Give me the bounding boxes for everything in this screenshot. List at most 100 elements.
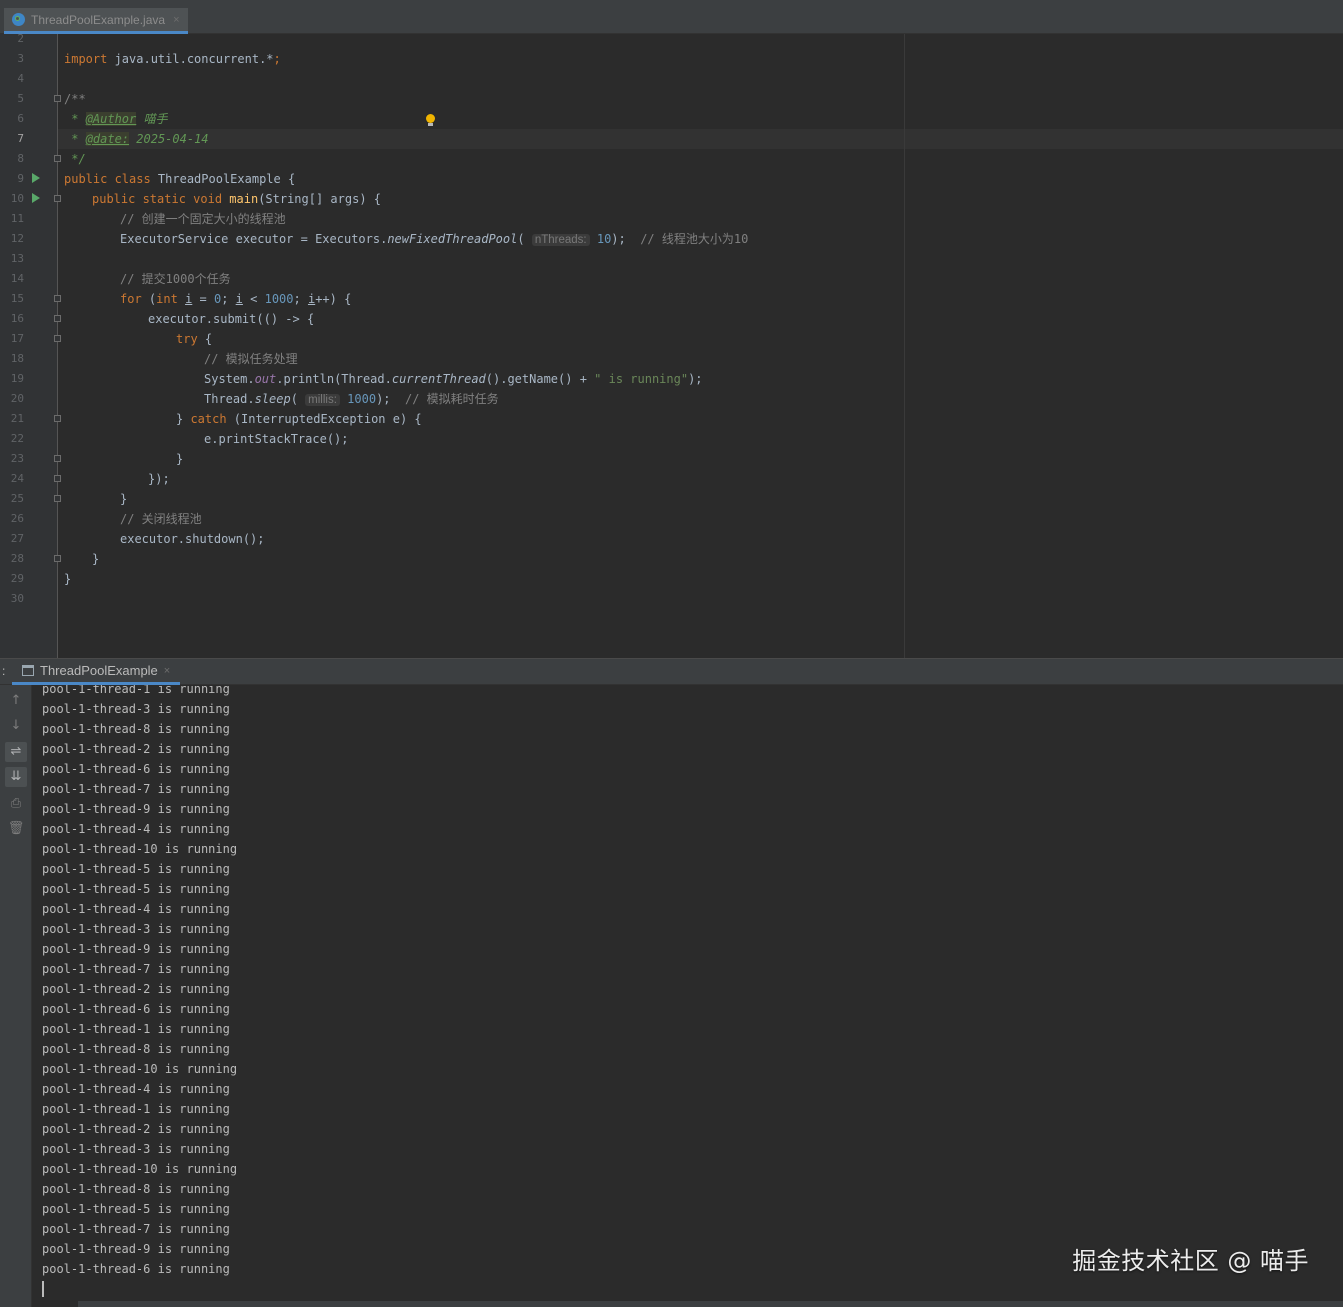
line-number: 18 <box>10 352 24 365</box>
code-line-14: // 提交1000个任务 <box>120 272 231 286</box>
code-line-3: import java.util.concurrent.*; <box>64 52 281 66</box>
parameter-hint: millis: <box>305 394 340 406</box>
console-line: pool-1-thread-4 is running <box>42 1082 230 1096</box>
code-line-20: Thread.sleep( millis: 1000); // 模拟耗时任务 <box>204 392 499 406</box>
lightbulb-icon[interactable] <box>426 114 435 126</box>
code-line-29: } <box>64 572 72 586</box>
line-number: 26 <box>10 512 24 525</box>
fold-icon[interactable] <box>54 415 61 422</box>
down-arrow-icon[interactable]: ↓ <box>5 716 27 736</box>
run-toolbar: ↑ ↓ ⇌ ⇊ ⎙ 🗑 <box>0 685 32 1307</box>
line-number: 30 <box>10 592 24 605</box>
line-number: 24 <box>10 472 24 485</box>
console-output[interactable]: pool-1-thread-1 is running pool-1-thread-… <box>32 685 1343 1307</box>
line-number: 22 <box>10 432 24 445</box>
console-line: pool-1-thread-3 is running <box>42 1142 230 1156</box>
close-icon[interactable]: × <box>164 665 170 677</box>
line-number: 3 <box>17 52 24 65</box>
fold-icon[interactable] <box>54 155 61 162</box>
run-main-icon[interactable] <box>32 193 40 203</box>
code-line-5: /** <box>64 92 86 106</box>
fold-icon[interactable] <box>54 195 61 202</box>
up-arrow-icon[interactable]: ↑ <box>5 691 27 711</box>
console-line: pool-1-thread-4 is running <box>42 902 230 916</box>
fold-icon[interactable] <box>54 295 61 302</box>
tool-window-options[interactable]: : <box>2 664 5 678</box>
line-number: 21 <box>10 412 24 425</box>
console-line: pool-1-thread-8 is running <box>42 1182 230 1196</box>
code-line-21: } catch (InterruptedException e) { <box>176 412 422 426</box>
console-line: pool-1-thread-3 is running <box>42 922 230 936</box>
line-number: 13 <box>10 252 24 265</box>
line-number: 20 <box>10 392 24 405</box>
line-number: 16 <box>10 312 24 325</box>
console-line: pool-1-thread-5 is running <box>42 862 230 876</box>
fold-icon[interactable] <box>54 495 61 502</box>
line-number: 4 <box>17 72 24 85</box>
run-class-icon[interactable] <box>32 173 40 183</box>
close-icon[interactable]: × <box>173 14 179 26</box>
editor-tab-bar: ThreadPoolExample.java × <box>0 0 1343 34</box>
console-line: pool-1-thread-6 is running <box>42 1002 230 1016</box>
code-line-28: } <box>92 552 100 566</box>
code-line-23: } <box>176 452 184 466</box>
line-number: 27 <box>10 532 24 545</box>
code-line-18: // 模拟任务处理 <box>204 352 298 366</box>
line-number: 8 <box>17 152 24 165</box>
editor-tab-threadpoolexample[interactable]: ThreadPoolExample.java × <box>4 8 188 34</box>
line-number: 17 <box>10 332 24 345</box>
console-line: pool-1-thread-1 is running <box>42 1022 230 1036</box>
fold-icon[interactable] <box>54 475 61 482</box>
console-line: pool-1-thread-10 is running <box>42 842 238 856</box>
code-line-7: * @date: 2025-04-14 <box>64 132 209 146</box>
console-line: pool-1-thread-7 is running <box>42 782 230 796</box>
run-tab-threadpoolexample[interactable]: ThreadPoolExample × <box>12 659 181 685</box>
code-line-16: executor.submit(() -> { <box>148 312 315 326</box>
line-number: 29 <box>10 572 24 585</box>
line-number: 6 <box>17 112 24 125</box>
fold-icon[interactable] <box>54 95 61 102</box>
console-line: pool-1-thread-2 is running <box>42 742 230 756</box>
code-editor[interactable]: 2 3 4 5 6 7 8 9 10 11 12 13 14 15 16 17 18 19 20 21 22 23 24 25… <box>0 34 1343 658</box>
editor-tab-label: ThreadPoolExample.java <box>31 12 166 27</box>
soft-wrap-icon[interactable]: ⇌ <box>5 742 27 762</box>
line-number: 28 <box>10 552 24 565</box>
code-line-15: for (int i = 0; i < 1000; i++) { <box>120 292 352 306</box>
print-icon[interactable]: ⎙ <box>5 794 27 814</box>
code-line-27: executor.shutdown(); <box>120 532 265 546</box>
code-line-26: // 关闭线程池 <box>120 512 202 526</box>
code-line-8: */ <box>64 152 86 166</box>
line-number: 7 <box>17 132 24 145</box>
fold-icon[interactable] <box>54 455 61 462</box>
run-tab-label: ThreadPoolExample <box>40 663 158 678</box>
line-number: 14 <box>10 272 24 285</box>
fold-icon[interactable] <box>54 555 61 562</box>
line-number: 2 <box>17 34 24 45</box>
console-line: pool-1-thread-6 is running <box>42 762 230 776</box>
scroll-to-end-icon[interactable]: ⇊ <box>5 767 27 787</box>
code-line-11: // 创建一个固定大小的线程池 <box>120 212 286 226</box>
fold-icon[interactable] <box>54 335 61 342</box>
console-line: pool-1-thread-3 is running <box>42 702 230 716</box>
code-line-12: ExecutorService executor = Executors.new… <box>120 232 749 246</box>
console-line: pool-1-thread-9 is running <box>42 942 230 956</box>
fold-icon[interactable] <box>54 315 61 322</box>
line-number: 11 <box>10 212 24 225</box>
line-number: 25 <box>10 492 24 505</box>
code-line-22: e.printStackTrace(); <box>204 432 349 446</box>
console-line: pool-1-thread-6 is running <box>42 1262 230 1276</box>
console-line: pool-1-thread-8 is running <box>42 722 230 736</box>
console-line: pool-1-thread-9 is running <box>42 802 230 816</box>
watermark: 掘金技术社区 @ 喵手 <box>1072 1247 1309 1275</box>
line-number: 5 <box>17 92 24 105</box>
code-line-9: public class ThreadPoolExample { <box>64 172 296 186</box>
trash-icon[interactable]: 🗑 <box>5 819 27 839</box>
line-number: 9 <box>17 172 24 185</box>
code-line-24: }); <box>148 472 170 486</box>
status-strip <box>78 1301 1343 1307</box>
line-number: 19 <box>10 372 24 385</box>
right-margin-guide <box>904 34 905 658</box>
run-tool-window-header: : ThreadPoolExample × <box>0 658 1343 685</box>
console-line: pool-1-thread-7 is running <box>42 962 230 976</box>
console-line: pool-1-thread-1 is running <box>42 1102 230 1116</box>
